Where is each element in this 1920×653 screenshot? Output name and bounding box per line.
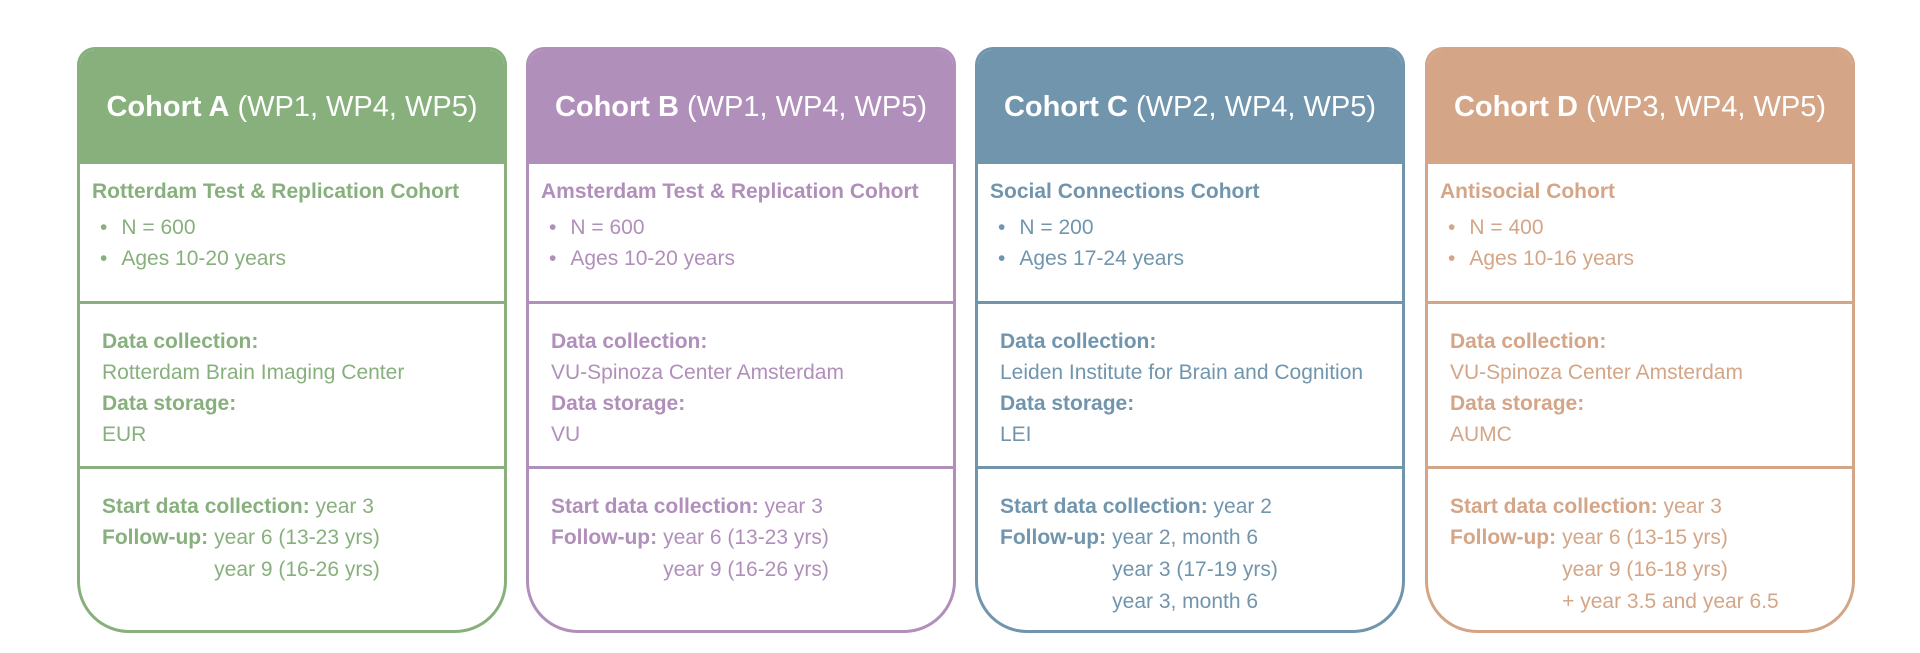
cohort-summary: Antisocial Cohort N = 400 Ages 10-16 yea…: [1428, 164, 1852, 304]
bullet-n: N = 600: [100, 212, 504, 243]
follow-up-list: Follow-up: year 6 (13-23 yrs) year 9 (16-2…: [102, 522, 504, 586]
cohort-wps: (WP1, WP4, WP5): [237, 90, 478, 123]
cohort-header: Cohort D (WP3, WP4, WP5): [1428, 50, 1852, 164]
start-label: Start data collection:: [551, 495, 759, 518]
follow-up-item: year 6 (13-23 yrs): [214, 526, 380, 549]
data-collection-site: VU-Spinoza Center Amsterdam: [1450, 361, 1743, 384]
cohort-name: Rotterdam Test & Replication Cohort: [92, 180, 460, 203]
bullet-ages: Ages 17-24 years: [998, 243, 1402, 274]
data-section: Data collection: Leiden Institute for Br…: [978, 304, 1402, 469]
follow-up-list: Follow-up: year 6 (13-15 yrs) year 9 (16-1…: [1450, 522, 1852, 618]
follow-up-item: year 9 (16-26 yrs): [214, 558, 380, 581]
follow-up-item: year 9 (16-26 yrs): [663, 558, 829, 581]
start-label: Start data collection:: [1450, 495, 1658, 518]
data-storage-site: LEI: [1000, 423, 1032, 446]
cohort-header: Cohort C (WP2, WP4, WP5): [978, 50, 1402, 164]
follow-up-list: Follow-up: year 6 (13-23 yrs) year 9 (16-2…: [551, 522, 953, 586]
timeline-section: Start data collection: year 2 Follow-up:…: [978, 469, 1402, 618]
data-collection-site: VU-Spinoza Center Amsterdam: [551, 361, 844, 384]
start-value: year 3: [764, 495, 823, 518]
follow-up-item: year 6 (13-23 yrs): [663, 526, 829, 549]
timeline-section: Start data collection: year 3 Follow-up:…: [529, 469, 953, 586]
cohort-title: Cohort B: [554, 90, 679, 123]
follow-up-label: Follow-up:: [1000, 526, 1107, 549]
cohort-card: Cohort D (WP3, WP4, WP5) Antisocial Cohor…: [1425, 47, 1855, 633]
cohort-summary: Amsterdam Test & Replication Cohort N = …: [529, 164, 953, 304]
data-storage-site: EUR: [102, 423, 147, 446]
follow-up-item: year 3, month 6: [1112, 590, 1259, 613]
cohort-card: Cohort B (WP1, WP4, WP5) Amsterdam Test &…: [526, 47, 956, 633]
data-collection-label: Data collection:: [1000, 330, 1157, 353]
cohort-bullets: N = 200 Ages 17-24 years: [990, 212, 1402, 274]
start-value: year 3: [315, 495, 374, 518]
cohort-header: Cohort A (WP1, WP4, WP5): [80, 50, 504, 164]
cohort-card: Cohort A (WP1, WP4, WP5) Rotterdam Test &…: [77, 47, 507, 633]
timeline-section: Start data collection: year 3 Follow-up:…: [1428, 469, 1852, 618]
data-collection-label: Data collection:: [102, 330, 259, 353]
follow-up-item: year 2, month 6: [1112, 526, 1259, 549]
bullet-n: N = 400: [1448, 212, 1852, 243]
bullet-n: N = 600: [549, 212, 953, 243]
start-value: year 3: [1663, 495, 1722, 518]
bullet-ages: Ages 10-20 years: [549, 243, 953, 274]
bullet-ages: Ages 10-20 years: [100, 243, 504, 274]
data-collection-label: Data collection:: [1450, 330, 1607, 353]
follow-up-item: year 6 (13-15 yrs): [1562, 526, 1728, 549]
data-storage-label: Data storage:: [551, 392, 686, 415]
cohort-header: Cohort B (WP1, WP4, WP5): [529, 50, 953, 164]
data-storage-label: Data storage:: [1000, 392, 1135, 415]
data-storage-label: Data storage:: [1450, 392, 1585, 415]
start-label: Start data collection:: [1000, 495, 1208, 518]
cohort-bullets: N = 600 Ages 10-20 years: [92, 212, 504, 274]
cohort-wps: (WP2, WP4, WP5): [1135, 90, 1377, 123]
cohort-summary: Rotterdam Test & Replication Cohort N = …: [80, 164, 504, 304]
data-section: Data collection: VU-Spinoza Center Amste…: [1428, 304, 1852, 469]
cohort-wps: (WP3, WP4, WP5): [1585, 90, 1827, 123]
data-collection-site: Rotterdam Brain Imaging Center: [102, 361, 405, 384]
data-collection-site: Leiden Institute for Brain and Cognition: [1000, 361, 1364, 384]
cohort-title: Cohort A: [106, 90, 230, 123]
follow-up-label: Follow-up:: [1450, 526, 1557, 549]
cohort-summary: Social Connections Cohort N = 200 Ages 1…: [978, 164, 1402, 304]
start-label: Start data collection:: [102, 495, 310, 518]
follow-up-item: + year 3.5 and year 6.5: [1562, 590, 1779, 613]
follow-up-label: Follow-up:: [102, 526, 209, 549]
cohort-name: Amsterdam Test & Replication Cohort: [541, 180, 919, 203]
data-collection-label: Data collection:: [551, 330, 708, 353]
data-storage-label: Data storage:: [102, 392, 237, 415]
cohort-title: Cohort C: [1003, 90, 1128, 123]
follow-up-item: year 9 (16-18 yrs): [1562, 558, 1728, 581]
cohort-name: Antisocial Cohort: [1440, 180, 1616, 203]
data-section: Data collection: Rotterdam Brain Imaging…: [80, 304, 504, 469]
start-value: year 2: [1213, 495, 1272, 518]
bullet-n: N = 200: [998, 212, 1402, 243]
follow-up-item: year 3 (17-19 yrs): [1112, 558, 1278, 581]
cohort-wps: (WP1, WP4, WP5): [686, 90, 928, 123]
follow-up-list: Follow-up: year 2, month 6 year 3 (17-19 y…: [1000, 522, 1402, 618]
cohort-bullets: N = 600 Ages 10-20 years: [541, 212, 953, 274]
data-section: Data collection: VU-Spinoza Center Amste…: [529, 304, 953, 469]
cohort-bullets: N = 400 Ages 10-16 years: [1440, 212, 1852, 274]
data-storage-site: VU: [551, 423, 581, 446]
timeline-section: Start data collection: year 3 Follow-up:…: [80, 469, 504, 586]
cohort-name: Social Connections Cohort: [990, 180, 1260, 203]
data-storage-site: AUMC: [1450, 423, 1512, 446]
cohort-title: Cohort D: [1453, 90, 1578, 123]
bullet-ages: Ages 10-16 years: [1448, 243, 1852, 274]
follow-up-label: Follow-up:: [551, 526, 658, 549]
cohort-card: Cohort C (WP2, WP4, WP5) Social Connectio…: [975, 47, 1405, 633]
